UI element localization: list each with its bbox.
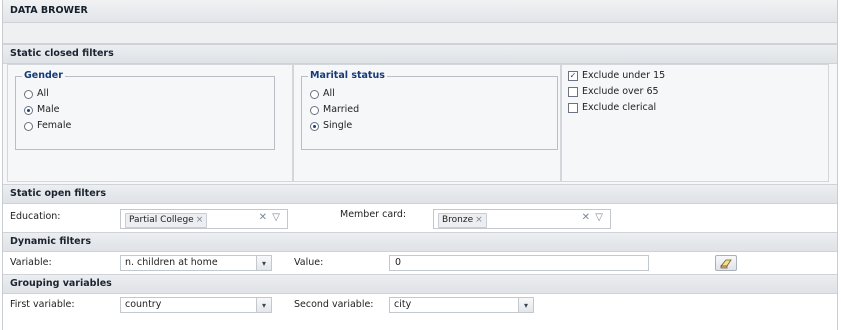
second-variable-select[interactable]: city ▾ [389,297,534,313]
section-header-static-closed: Static closed filters [3,44,837,64]
first-variable-select[interactable]: country ▾ [120,297,272,313]
marital-option-single[interactable]: Single [310,119,352,133]
gender-option-label: All [37,88,49,99]
data-browser-window: DATA BROWER Static closed filters Gender… [2,0,838,330]
marital-option-label: Single [323,120,353,131]
education-label: Education: [10,211,61,222]
clear-all-icon[interactable]: ✕ [259,212,267,223]
clear-value-button[interactable] [715,255,737,271]
window-title: DATA BROWER [3,0,837,23]
gender-panel: Gender All Male Female [7,64,293,182]
clear-all-icon[interactable]: ✕ [582,212,590,223]
exclude-over-65-checkbox[interactable]: Exclude over 65 [568,85,659,99]
token-label: Bronze [442,215,474,225]
first-variable-label: First variable: [10,299,75,310]
section-header-static-open: Static open filters [3,184,837,204]
section-header-dynamic: Dynamic filters [3,232,837,252]
dynamic-row: Variable: n. children at home ▾ Value: 0 [3,252,837,274]
static-closed-filters-panel: Gender All Male Female Marital status Al… [3,64,837,184]
marital-option-label: All [323,88,335,99]
checkbox-label: Exclude under 15 [582,70,666,81]
education-tag-input[interactable]: Partial College × ✕ ▽ [120,209,288,229]
exclusions-panel: ✓ Exclude under 15 Exclude over 65 Exclu… [561,64,829,182]
checkbox-icon[interactable] [568,87,578,97]
chevron-down-icon[interactable]: ▾ [256,298,271,312]
checkbox-label: Exclude clerical [582,102,657,113]
marital-option-label: Married [323,104,360,115]
marital-legend: Marital status [308,70,387,82]
radio-icon[interactable] [310,105,319,115]
close-icon[interactable]: × [475,214,483,227]
education-token[interactable]: Partial College × [125,213,208,228]
gender-option-label: Female [37,120,72,131]
close-icon[interactable]: × [196,214,204,227]
grouping-row: First variable: country ▾ Second variabl… [3,294,837,316]
checkbox-icon[interactable] [568,103,578,113]
gender-option-label: Male [37,104,60,115]
second-variable-value: city [394,299,412,310]
chevron-down-icon[interactable]: ▾ [256,256,271,270]
chevron-down-icon[interactable]: ▾ [518,298,533,312]
second-variable-label: Second variable: [294,299,374,310]
section-header-grouping: Grouping variables [3,274,837,294]
marital-option-all[interactable]: All [310,87,335,101]
exclude-under-15-checkbox[interactable]: ✓ Exclude under 15 [568,69,665,83]
gender-option-female[interactable]: Female [24,119,71,133]
checkbox-checked-icon[interactable]: ✓ [568,71,578,81]
marital-panel: Marital status All Married Single [293,64,561,182]
gender-option-all[interactable]: All [24,87,49,101]
radio-selected-icon[interactable] [24,105,33,115]
variable-select-value: n. children at home [125,257,218,268]
marital-fieldset: Marital status All Married Single [301,70,558,150]
eraser-icon [719,259,732,268]
variable-label: Variable: [10,257,52,268]
dropdown-open-icon[interactable]: ▽ [272,212,280,223]
member-card-tag-input[interactable]: Bronze × ✕ ▽ [433,209,611,229]
value-input[interactable]: 0 [389,255,649,271]
radio-icon[interactable] [24,121,33,131]
radio-icon[interactable] [310,89,319,99]
toolbar-area [3,23,837,44]
exclude-clerical-checkbox[interactable]: Exclude clerical [568,101,656,115]
value-label: Value: [294,257,324,268]
radio-icon[interactable] [24,89,33,99]
variable-select[interactable]: n. children at home ▾ [120,255,272,271]
member-card-label: Member card: [340,209,407,220]
gender-option-male[interactable]: Male [24,103,60,117]
first-variable-value: country [125,299,162,310]
gender-fieldset: Gender All Male Female [15,70,275,150]
checkbox-label: Exclude over 65 [582,86,659,97]
member-card-token[interactable]: Bronze × [438,213,487,228]
dropdown-open-icon[interactable]: ▽ [595,212,603,223]
gender-legend: Gender [22,70,65,82]
marital-option-married[interactable]: Married [310,103,359,117]
token-label: Partial College [129,215,194,225]
static-open-row: Education: Partial College × ✕ ▽ Member … [3,204,837,232]
radio-selected-icon[interactable] [310,121,319,131]
